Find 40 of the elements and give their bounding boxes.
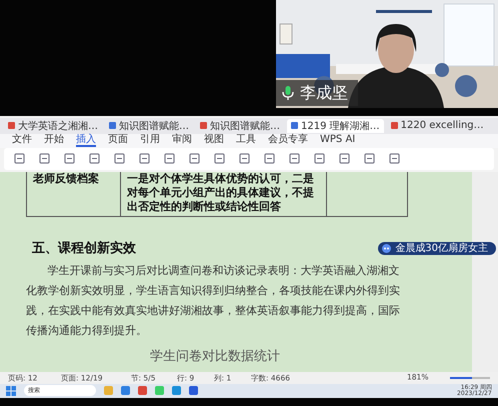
menu-tab[interactable]: 文件 <box>12 134 32 148</box>
menu-tab[interactable]: WPS AI <box>320 134 356 148</box>
document-tab[interactable]: 大学英语之湘湘… <box>4 118 102 133</box>
toolbar-icon[interactable] <box>139 153 150 164</box>
menu-tab[interactable]: 引用 <box>140 134 160 148</box>
zoom-slider[interactable] <box>450 376 490 379</box>
menu-tab[interactable]: 会员专享 <box>268 134 308 148</box>
paragraph: 学生开课前与实习后对比调查问卷和访谈记录表明：大学英语融入湖湘文化教学创新实效明显，学生语言知识得到归纳整合，各项技能在课内外得到实践，在实践中能有效真实地讲好湖湘故事，整体英语叙事能力得到提高，国际传播沟通能力得到提升。 <box>26 262 401 339</box>
toolbar-icon[interactable] <box>64 153 75 164</box>
toolbar-icon[interactable] <box>264 153 275 164</box>
section-heading: 五、课程创新实效 <box>32 240 136 257</box>
toolbar-icon[interactable] <box>89 153 100 164</box>
menu-tab[interactable]: 审阅 <box>172 134 192 148</box>
toolbar-icon[interactable] <box>364 153 375 164</box>
menu-tab[interactable]: 开始 <box>44 134 64 148</box>
document-tab[interactable]: 知识图谱赋能… <box>105 118 193 133</box>
toolbar-icon[interactable] <box>339 153 350 164</box>
chart-caption: 学生问卷对比数据统计 <box>150 348 280 365</box>
menu-tab[interactable]: 视图 <box>204 134 224 148</box>
toolbar-icon[interactable] <box>314 153 325 164</box>
toolbar-icon[interactable] <box>39 153 50 164</box>
toolbar-icon[interactable] <box>14 153 25 164</box>
robot-icon <box>382 244 392 253</box>
toolbar-icon[interactable] <box>389 153 400 164</box>
toolbar-icon[interactable] <box>214 153 225 164</box>
table-cell: 一是对个体学生具体优势的认可，二是对每个单元小组产出的具体建议，不提出否定性的判断性或结论性回答 <box>121 172 327 216</box>
floating-badge[interactable]: 金晨成30亿扇房女主 <box>378 242 496 255</box>
toolbar-icon[interactable] <box>239 153 250 164</box>
document-tab[interactable]: 1219 理解湖湘… <box>287 118 384 133</box>
toolbar-icon[interactable] <box>289 153 300 164</box>
speaker-name: 李成坚 <box>300 82 348 104</box>
document-tab[interactable]: 1220 excelling… <box>386 118 488 133</box>
toolbar-icon[interactable] <box>114 153 125 164</box>
start-icon[interactable] <box>6 386 16 396</box>
toolbar-icon[interactable] <box>164 153 175 164</box>
table-cell: 老师反馈档案 <box>27 172 121 216</box>
menu-tab[interactable]: 页面 <box>108 134 128 148</box>
menu-tab[interactable]: 工具 <box>236 134 256 148</box>
toolbar-icon[interactable] <box>189 153 200 164</box>
document-tab[interactable]: 知识图谱赋能… <box>196 118 284 133</box>
